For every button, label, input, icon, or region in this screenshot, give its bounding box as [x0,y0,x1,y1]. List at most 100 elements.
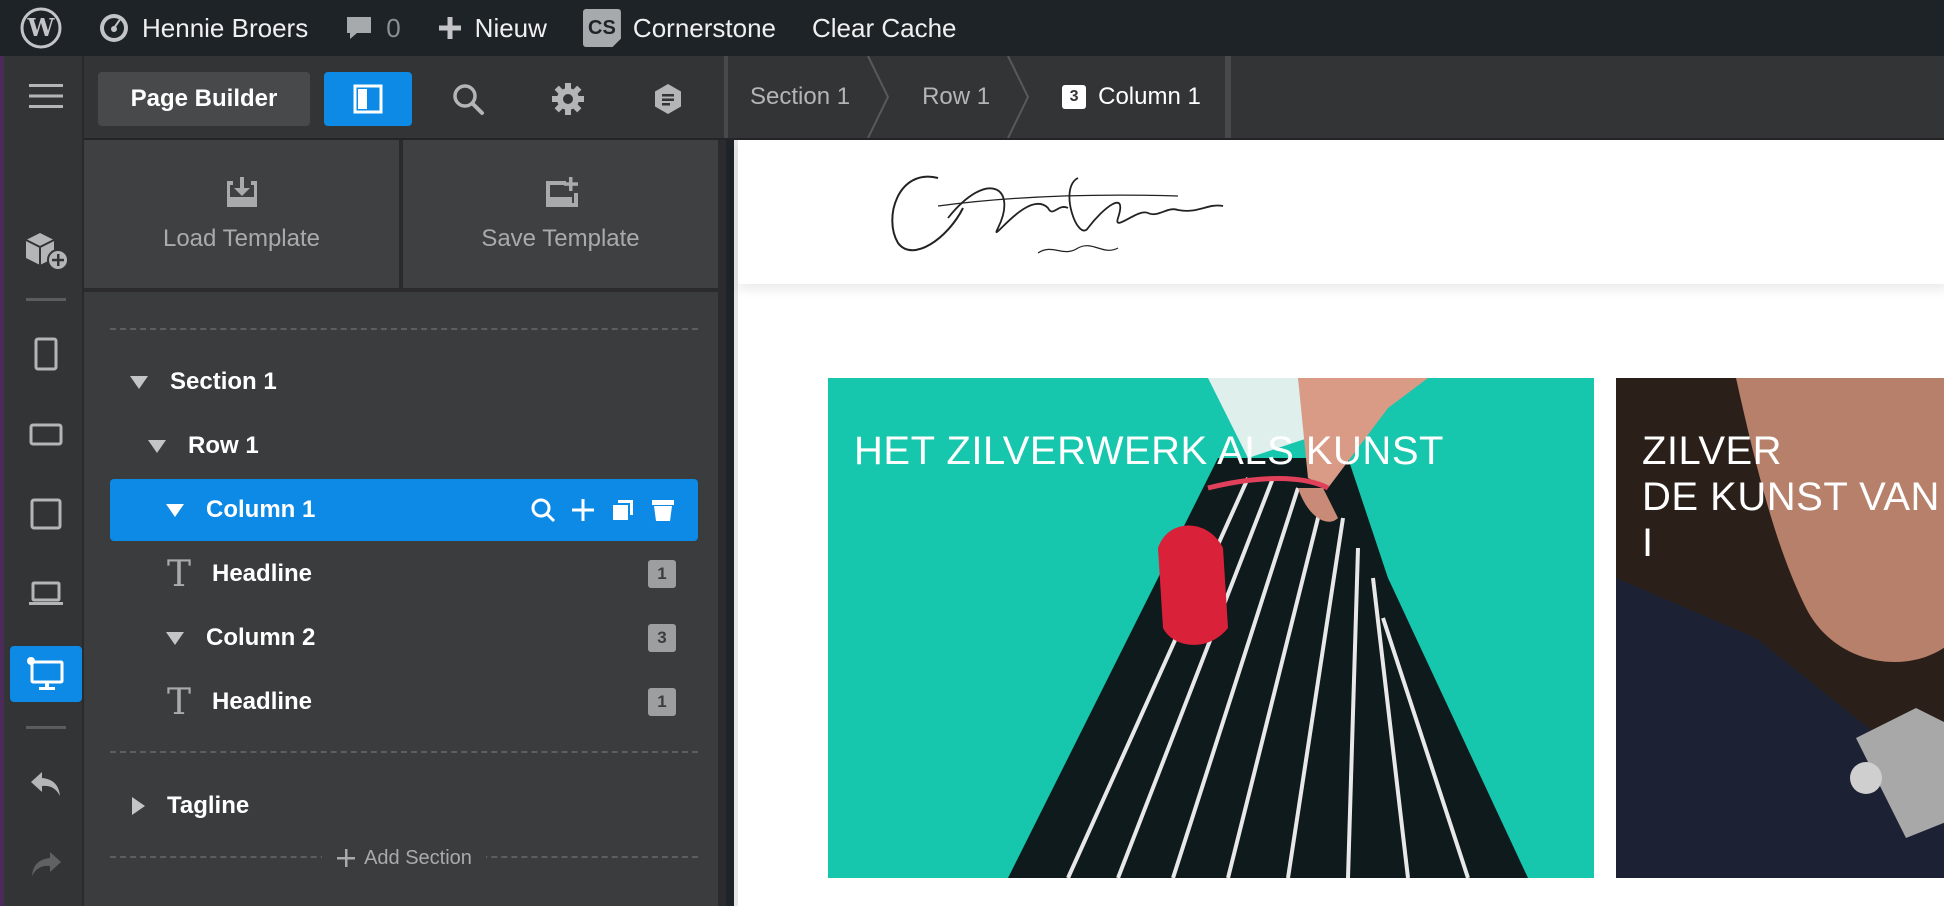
breadcrumb-label: Row 1 [922,83,991,110]
undo-arrow-icon [31,772,60,796]
builder-toolbar: Page Builder Section 1 Row 1 3 Column 1 [84,56,1944,140]
breadcrumb-column-1[interactable]: 3 Column 1 [1030,56,1225,138]
hamburger-menu-icon [29,84,63,108]
text-element-icon: T [166,553,191,595]
page-builder-button[interactable]: Page Builder [98,72,310,126]
template-actions: Load Template Save Template [84,140,718,292]
page-preview: HET ZILVERWERK ALS KUNST ZILVER DE KUNST… [734,140,1944,906]
tablet-icon [30,498,62,530]
tree-label: Headline [212,560,313,587]
column-number-badge: 3 [648,624,676,652]
collapse-triangle-icon [166,503,184,517]
admin-bar: W Hennie Broers 0 Nieuw CS Cornerstone C… [0,0,1944,56]
hero-card-zilver[interactable]: ZILVER DE KUNST VAN I [1616,378,1944,878]
tree-item-headline[interactable]: T Headline 1 [110,671,698,733]
breadcrumb-section-1[interactable]: Section 1 [728,56,890,138]
trash-icon[interactable] [650,497,676,523]
add-section-button[interactable]: Add Section [322,846,486,870]
site-header [738,140,1944,284]
breadcrumb: Section 1 Row 1 3 Column 1 [724,56,1231,138]
viewport-desktop-button[interactable] [10,646,82,702]
new-label: Nieuw [474,12,547,43]
child-count-badge: 1 [648,560,676,588]
layout-panel-icon [353,84,383,114]
svg-text:W: W [27,13,56,42]
desktop-monitor-icon [27,657,64,690]
cornerstone-icon: CS [582,9,621,47]
settings-button[interactable] [524,72,612,126]
tree-item-headline[interactable]: T Headline 1 [110,543,698,605]
duplicate-icon[interactable] [610,497,636,523]
viewport-phone-button[interactable] [10,326,82,382]
hennie-broers-signature-logo[interactable] [878,148,1228,278]
viewport-phone-landscape-button[interactable] [10,406,82,462]
card-headline: ZILVER DE KUNST VAN I [1642,429,1940,565]
add-icon[interactable] [570,497,596,523]
clear-cache-link[interactable]: Clear Cache [794,0,975,56]
redo-arrow-icon [32,852,61,876]
tree-item-column-1[interactable]: Column 1 [110,479,698,541]
tree-label: Tagline [167,792,250,819]
tree-label: Section 1 [170,368,277,395]
cornerstone-label: Cornerstone [632,12,776,43]
save-template-icon [545,177,578,207]
collapse-triangle-icon [130,375,148,389]
site-name-link[interactable]: Hennie Broers [80,0,326,56]
layout-panel: Load Template Save Template Section 1 Ro… [84,140,726,906]
hero-card-zilverwerk[interactable]: HET ZILVERWERK ALS KUNST [828,378,1594,878]
viewport-laptop-button[interactable] [10,566,82,622]
breadcrumb-row-1[interactable]: Row 1 [890,56,1030,138]
search-button[interactable] [424,72,512,126]
undo-button[interactable] [10,756,82,812]
rail-divider [26,726,66,729]
hexagon-document-icon [655,84,681,114]
add-section-label: Add Section [364,846,472,869]
tree-item-tagline[interactable]: Tagline [110,775,698,837]
new-content-link[interactable]: Nieuw [419,0,565,56]
comments-link[interactable]: 0 [326,0,418,56]
divider [110,328,698,330]
add-elements-icon [25,233,69,271]
viewport-tablet-button[interactable] [10,486,82,542]
builder-icon-rail [0,56,84,906]
menu-button[interactable] [10,68,82,124]
load-template-label: Load Template [162,225,320,252]
load-template-button[interactable]: Load Template [84,140,399,288]
download-tray-icon [226,177,257,207]
layout-panel-button[interactable] [324,72,412,126]
add-section-row: Add Section [110,846,698,870]
add-element-button[interactable] [10,222,82,278]
site-name: Hennie Broers [142,12,309,43]
child-count-badge: 1 [648,688,676,716]
dashboard-gauge-icon [100,14,128,42]
phone-landscape-icon [29,423,63,446]
gear-icon [552,83,584,115]
chevron-right-icon [867,56,890,138]
save-template-label: Save Template [481,225,640,252]
search-icon [453,84,484,115]
tree-item-column-2[interactable]: Column 2 3 [110,607,698,669]
plus-icon [438,17,461,39]
clear-cache-label: Clear Cache [812,12,957,43]
wordpress-logo-button[interactable]: W [0,0,80,56]
redo-button[interactable] [10,836,82,892]
inspect-search-icon[interactable] [530,497,556,523]
comments-count: 0 [386,12,401,43]
laptop-icon [29,581,63,605]
save-template-button[interactable]: Save Template [399,140,718,288]
divider [110,751,698,753]
phone-icon [34,337,58,371]
tree-item-section-1[interactable]: Section 1 [110,351,698,413]
card-headline: HET ZILVERWERK ALS KUNST [854,429,1444,473]
comment-bubble-icon [347,17,372,39]
tree-label: Headline [212,688,313,715]
tree-item-row-1[interactable]: Row 1 [110,415,698,477]
cornerstone-link[interactable]: CS Cornerstone [565,0,794,56]
column-actions [530,479,676,541]
collapse-triangle-icon [166,631,184,645]
collapse-triangle-icon [148,439,166,453]
chevron-right-icon [1007,56,1030,138]
text-element-icon: T [166,681,191,723]
tree-label: Column 1 [206,496,316,523]
global-blocks-button[interactable] [624,72,712,126]
